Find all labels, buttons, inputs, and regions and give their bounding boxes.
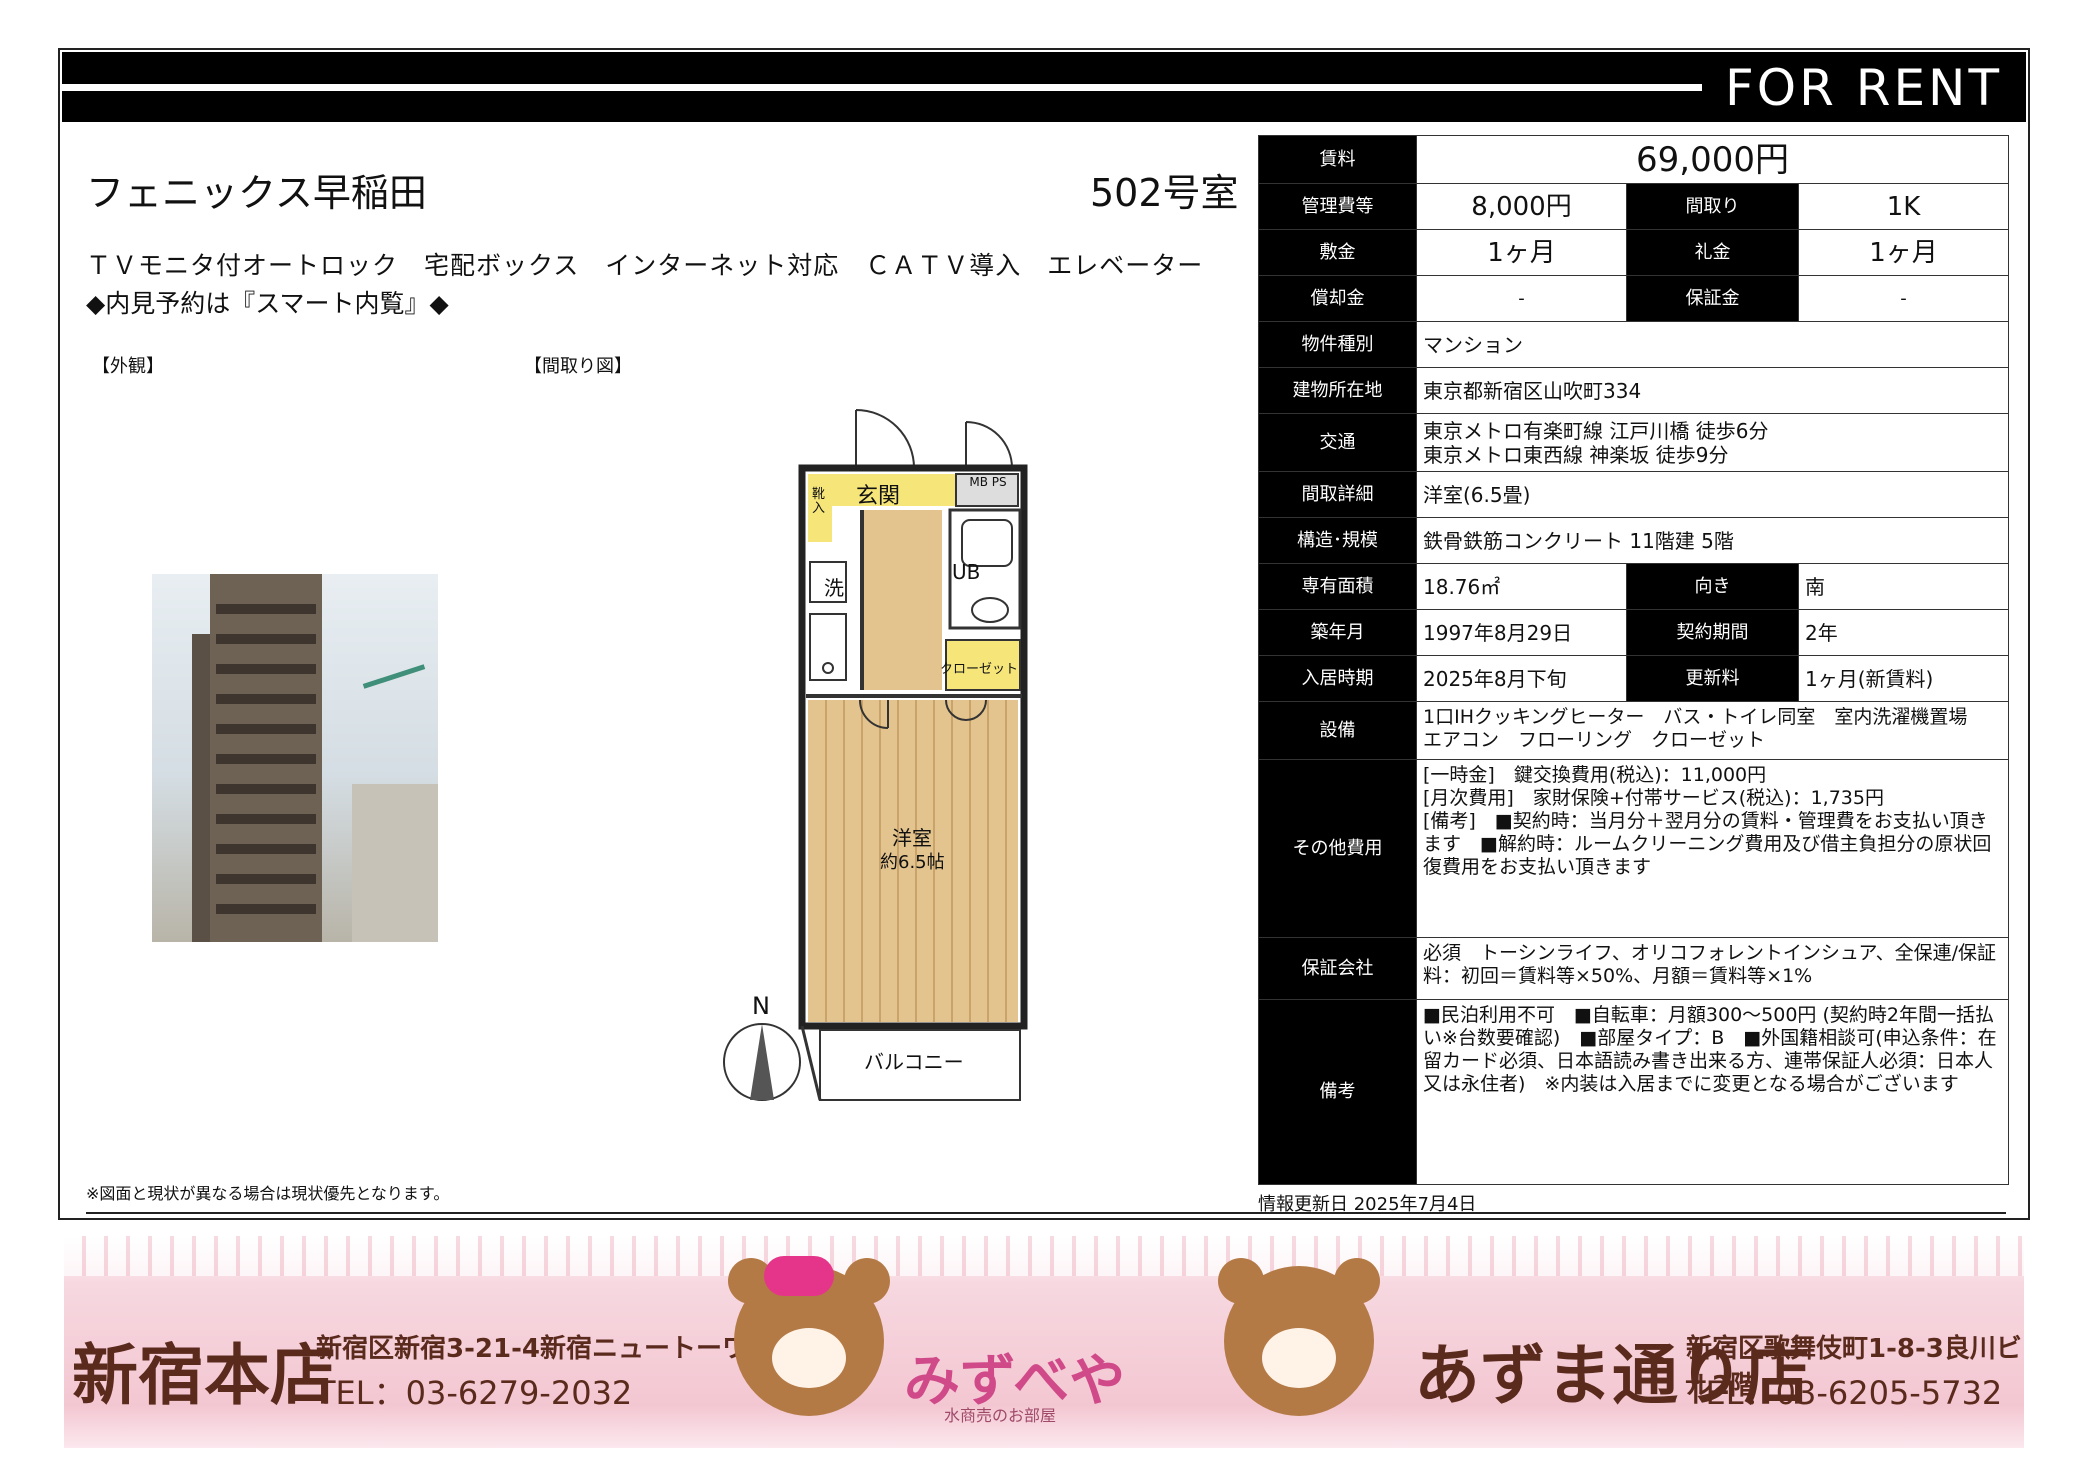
- fp-north: N: [752, 992, 770, 1020]
- access-value: 東京メトロ有楽町線 江戸川橋 徒歩6分 東京メトロ東西線 神楽坂 徒歩9分: [1415, 413, 2010, 472]
- layout-header: 間取り: [1626, 183, 1799, 230]
- remarks-value: ■民泊利用不可 ■自転車：月額300～500円 (契約時2年間一括払い※台数要確…: [1415, 999, 2010, 1185]
- area-header: 専有面積: [1258, 563, 1417, 610]
- other-fee-line-3: [備考] ■契約時：当月分＋翌月分の賃料・管理費をお支払い頂きます ■解約時：ル…: [1423, 810, 1992, 878]
- guarantor-value: 必須 トーシンライフ、オリコフォレントインシュア、全保連/保証料：初回＝賃料等×…: [1415, 937, 2010, 1000]
- fp-room: 洋室: [892, 826, 932, 850]
- fp-entrance: 玄関: [856, 484, 901, 509]
- structure-value: 鉄骨鉄筋コンクリート 11階建 5階: [1415, 517, 2010, 564]
- move-in-value: 2025年8月下旬: [1416, 655, 1627, 702]
- fp-mbps: MB PS: [969, 475, 1007, 489]
- viewing-note: ◆内見予約は『スマート内覧』◆: [86, 289, 449, 318]
- fp-closet: クローゼット: [940, 662, 1019, 677]
- built-value: 1997年8月29日: [1416, 609, 1627, 656]
- exterior-photo: [152, 574, 438, 942]
- direction-header: 向き: [1626, 563, 1799, 610]
- deposit-value: 1ヶ月: [1416, 229, 1627, 276]
- equipment-header: 設備: [1258, 701, 1417, 760]
- address-header: 建物所在地: [1258, 367, 1417, 414]
- for-rent-title: FOR RENT: [1724, 59, 2002, 117]
- renewal-header: 更新料: [1626, 655, 1799, 702]
- details-table: 賃料 69,000円 管理費等 8,000円 間取り 1K 敷金 1ヶ月 礼金 1ヶ月 償却金…: [1258, 135, 2010, 1185]
- remarks-header: 備考: [1258, 999, 1417, 1185]
- fp-balcony: バルコニー: [864, 1050, 964, 1074]
- guarantor-header: 保証会社: [1258, 937, 1417, 1000]
- other-fees-header: その他費用: [1258, 759, 1417, 938]
- bear-mascot-right: [1218, 1258, 1380, 1416]
- mgmt-value: 8,000円: [1416, 183, 1627, 230]
- term-value: 2年: [1797, 609, 2010, 656]
- deposit-header: 敷金: [1258, 229, 1417, 276]
- other-fees-value: [一時金] 鍵交換費用(税込)：11,000円 [月次費用] 家財保険+付帯サービ…: [1415, 759, 2010, 938]
- amortization-value: -: [1416, 275, 1627, 322]
- direction-value: 南: [1797, 563, 2010, 610]
- structure-header: 構造･規模: [1258, 517, 1417, 564]
- fp-shoe: 靴入: [812, 487, 826, 516]
- fp-wash: 洗: [824, 576, 844, 600]
- key-money-header: 礼金: [1626, 229, 1799, 276]
- access-header: 交通: [1258, 413, 1417, 472]
- layout-value: 1K: [1797, 183, 2010, 230]
- access-line-2: 東京メトロ東西線 神楽坂 徒歩9分: [1423, 442, 1729, 467]
- store-shinjuku-name: 新宿本店: [72, 1337, 336, 1414]
- lace-decoration: [64, 1236, 2024, 1276]
- address-value: 東京都新宿区山吹町334: [1415, 367, 2010, 414]
- other-fee-line-2: [月次費用] 家財保険+付帯サービス(税込)：1,735円: [1423, 787, 1884, 809]
- footer-banner: 新宿本店 新宿区新宿3-21-4新宿ニュートーワビル1階 TEL：03-6279…: [64, 1236, 2024, 1448]
- rent-value: 69,000円: [1415, 135, 2010, 184]
- room-detail-value: 洋室(6.5畳): [1415, 471, 2010, 518]
- area-value: 18.76㎡: [1416, 563, 1627, 610]
- fp-ub: UB: [952, 560, 981, 584]
- bow-decoration: [764, 1256, 834, 1296]
- type-header: 物件種別: [1258, 321, 1417, 368]
- fp-room-size: 約6.5帖: [880, 852, 945, 873]
- store-azuma-tel: TEL：03-6205-5732: [1686, 1374, 2003, 1412]
- amortization-header: 償却金: [1258, 275, 1417, 322]
- property-name: フェニックス早稲田: [86, 171, 427, 215]
- other-fee-line-1: [一時金] 鍵交換費用(税込)：11,000円: [1423, 764, 1767, 786]
- divider-line: [86, 1212, 2006, 1214]
- term-header: 契約期間: [1626, 609, 1799, 656]
- floorplan-label: 【間取り図】: [524, 356, 632, 377]
- store-shinjuku-tel: TEL：03-6279-2032: [316, 1374, 633, 1412]
- header-stripe: [62, 84, 1702, 91]
- mgmt-header: 管理費等: [1258, 183, 1417, 230]
- rent-header: 賃料: [1258, 135, 1417, 184]
- move-in-header: 入居時期: [1258, 655, 1417, 702]
- exterior-label: 【外観】: [92, 356, 164, 377]
- feature-list: ＴＶモニタ付オートロック 宅配ボックス インターネット対応 ＣＡＴＶ導入 エレベ…: [86, 251, 1204, 280]
- room-number: 502号室: [1090, 171, 1239, 215]
- disclaimer: ※図面と現状が異なる場合は現状優先となります。: [86, 1184, 450, 1203]
- key-money-value: 1ヶ月: [1797, 229, 2010, 276]
- equipment-value: 1口IHクッキングヒーター バス・トイレ同室 室内洗濯機置場 エアコン フローリ…: [1415, 701, 2010, 760]
- renewal-value: 1ヶ月(新賃料): [1797, 655, 2010, 702]
- guarantee-deposit-value: -: [1797, 275, 2010, 322]
- type-value: マンション: [1415, 321, 2010, 368]
- room-detail-header: 間取詳細: [1258, 471, 1417, 518]
- access-line-1: 東京メトロ有楽町線 江戸川橋 徒歩6分: [1423, 418, 1769, 443]
- mizubeya-subtitle: 水商売のお部屋: [944, 1406, 1057, 1425]
- built-header: 築年月: [1258, 609, 1417, 656]
- guarantee-deposit-header: 保証金: [1626, 275, 1799, 322]
